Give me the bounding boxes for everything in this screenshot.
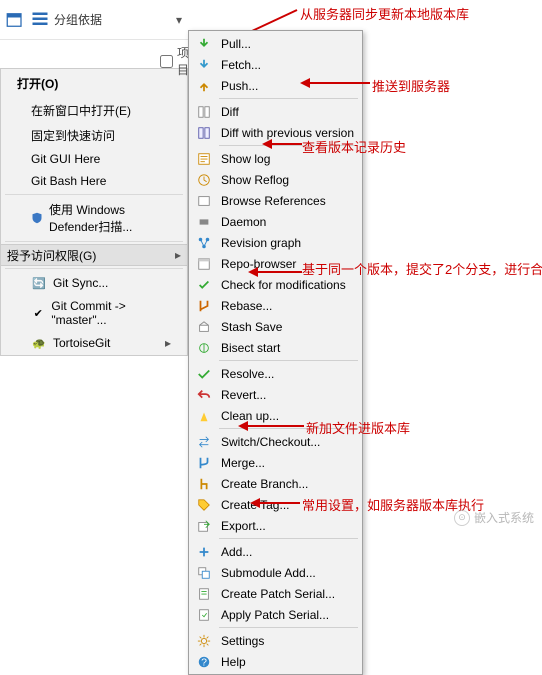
- log-icon: [195, 151, 213, 167]
- bisect-icon: [195, 340, 213, 356]
- project-checkbox[interactable]: 项目: [160, 44, 189, 78]
- submodule-add-item[interactable]: Submodule Add...: [191, 562, 360, 583]
- check-icon: [195, 277, 213, 293]
- dropdown-icon[interactable]: ▾: [176, 13, 182, 27]
- grant-access-item[interactable]: 授予访问权限(G)▸: [1, 244, 187, 266]
- pull-item[interactable]: Pull...: [191, 33, 360, 54]
- resolve-item[interactable]: Resolve...: [191, 363, 360, 384]
- git-gui-item[interactable]: Git GUI Here: [1, 148, 187, 170]
- push-icon: [195, 78, 213, 94]
- chevron-right-icon: ▸: [175, 248, 181, 262]
- pin-quick-item[interactable]: 固定到快速访问: [1, 123, 187, 148]
- export-icon: [195, 518, 213, 534]
- pull-icon: [195, 36, 213, 52]
- annotation-rebase: 基于同一个版本，提交了2个分支，进行合并，比merge更合适: [302, 260, 534, 281]
- sync-icon: 🔄: [31, 275, 47, 291]
- revert-item[interactable]: Revert...: [191, 384, 360, 405]
- group-by-label[interactable]: 分组依据: [54, 11, 102, 28]
- tortoisegit-submenu: Pull... Fetch... Push... Diff Diff with …: [188, 30, 363, 675]
- fetch-item[interactable]: Fetch...: [191, 54, 360, 75]
- daemon-item[interactable]: Daemon: [191, 211, 360, 232]
- switch-icon: [195, 434, 213, 450]
- branch-icon: [195, 476, 213, 492]
- patch-icon: [195, 586, 213, 602]
- daemon-icon: [195, 214, 213, 230]
- browse-refs-item[interactable]: Browse References: [191, 190, 360, 211]
- stash-icon: [195, 319, 213, 335]
- graph-icon: [195, 235, 213, 251]
- revert-icon: [195, 387, 213, 403]
- diff-prev-icon: [195, 125, 213, 141]
- primary-context-menu: 打开(O) 在新窗口中打开(E) 固定到快速访问 Git GUI Here Gi…: [0, 68, 188, 356]
- separator: [219, 627, 358, 628]
- submodule-icon: [195, 565, 213, 581]
- annotation-add: 新加文件进版本库: [306, 418, 410, 437]
- annotation-push: 推送到服务器: [372, 76, 450, 95]
- annotation-sync: 从服务器同步更新本地版本库: [300, 4, 469, 23]
- apply-patch-item[interactable]: Apply Patch Serial...: [191, 604, 360, 625]
- help-item[interactable]: ?Help: [191, 651, 360, 672]
- git-commit-item[interactable]: ✔Git Commit -> "master"...: [1, 295, 187, 331]
- apply-patch-icon: [195, 607, 213, 623]
- watermark: ⊙嵌入式系统: [454, 509, 534, 526]
- shield-icon: [31, 210, 43, 226]
- commit-icon: ✔: [31, 305, 45, 321]
- show-reflog-item[interactable]: Show Reflog: [191, 169, 360, 190]
- tortoisegit-item[interactable]: 🐢TortoiseGit▸: [1, 331, 187, 355]
- resolve-icon: [195, 366, 213, 382]
- rebase-icon: [195, 298, 213, 314]
- toolbar: 分组依据 ▾: [0, 0, 188, 40]
- separator: [219, 98, 358, 99]
- merge-item[interactable]: Merge...: [191, 452, 360, 473]
- refs-icon: [195, 193, 213, 209]
- annotation-log: 查看版本记录历史: [302, 137, 406, 156]
- git-bash-item[interactable]: Git Bash Here: [1, 170, 187, 192]
- back-icon[interactable]: [6, 10, 26, 30]
- gear-icon: [195, 633, 213, 649]
- bisect-start-item[interactable]: Bisect start: [191, 337, 360, 358]
- stash-save-item[interactable]: Stash Save: [191, 316, 360, 337]
- repo-icon: [195, 256, 213, 272]
- git-sync-item[interactable]: 🔄Git Sync...: [1, 271, 187, 295]
- revision-graph-item[interactable]: Revision graph: [191, 232, 360, 253]
- create-patch-item[interactable]: Create Patch Serial...: [191, 583, 360, 604]
- fetch-icon: [195, 57, 213, 73]
- merge-icon: [195, 455, 213, 471]
- diff-icon: [195, 104, 213, 120]
- export-item[interactable]: Export...: [191, 515, 360, 536]
- add-icon: [195, 544, 213, 560]
- chevron-right-icon: ▸: [165, 336, 171, 350]
- separator: [219, 360, 358, 361]
- rebase-item[interactable]: Rebase...: [191, 295, 360, 316]
- separator: [219, 538, 358, 539]
- settings-item[interactable]: Settings: [191, 630, 360, 651]
- separator: [5, 268, 183, 269]
- svg-text:?: ?: [201, 656, 207, 668]
- defender-item[interactable]: 使用 Windows Defender扫描...: [1, 197, 187, 239]
- push-item[interactable]: Push...: [191, 75, 360, 96]
- left-panel: 分组依据 ▾ 项目 打开(O) 在新窗口中打开(E) 固定到快速访问 Git G…: [0, 0, 188, 356]
- diff-item[interactable]: Diff: [191, 101, 360, 122]
- open-new-window-item[interactable]: 在新窗口中打开(E): [1, 98, 187, 123]
- tag-icon: [195, 497, 213, 513]
- tortoise-icon: 🐢: [31, 335, 47, 351]
- add-item[interactable]: Add...: [191, 541, 360, 562]
- help-icon: ?: [195, 654, 213, 670]
- cleanup-icon: [195, 408, 213, 424]
- list-icon[interactable]: [30, 10, 50, 30]
- separator: [5, 241, 183, 242]
- separator: [5, 194, 183, 195]
- reflog-icon: [195, 172, 213, 188]
- create-branch-item[interactable]: Create Branch...: [191, 473, 360, 494]
